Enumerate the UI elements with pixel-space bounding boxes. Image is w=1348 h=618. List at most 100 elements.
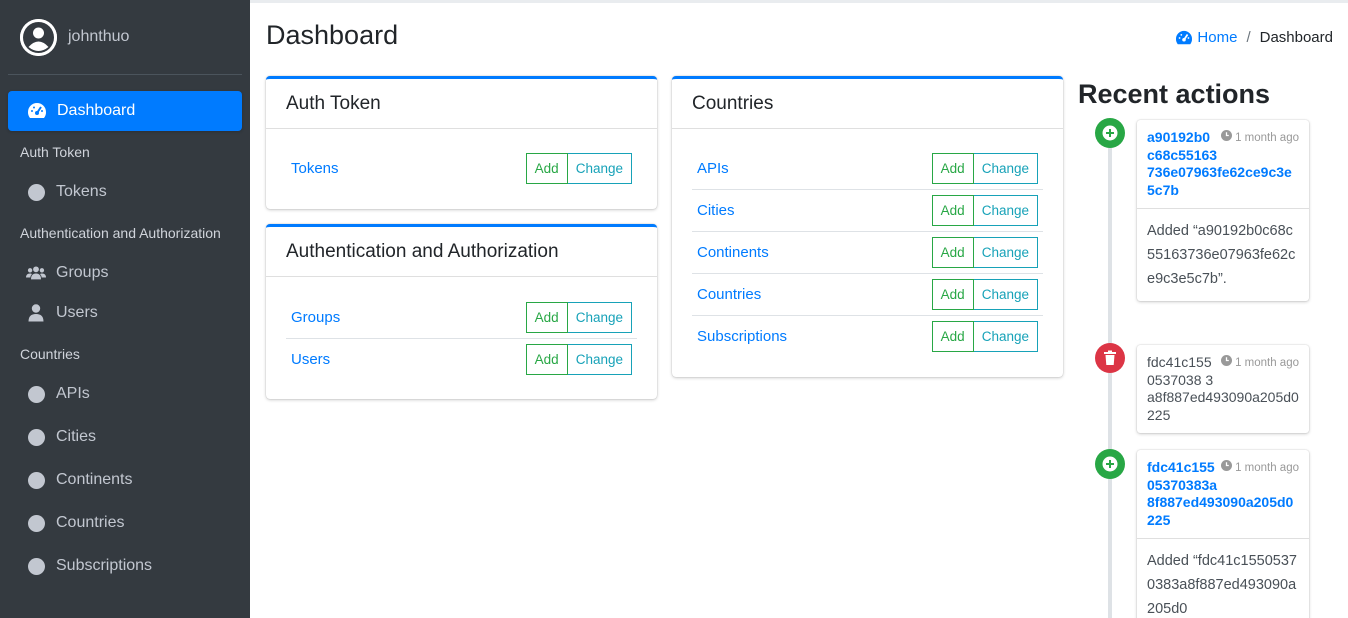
model-link-users[interactable]: Users xyxy=(291,351,330,368)
recent-action-time: 1 month ago xyxy=(1221,460,1299,478)
user-name[interactable]: johnthuo xyxy=(68,28,129,46)
card-title: Countries xyxy=(672,79,1063,129)
add-action-icon xyxy=(1095,118,1125,148)
model-actions: Add Change xyxy=(931,195,1038,226)
add-action-icon xyxy=(1095,449,1125,479)
breadcrumb-separator: / xyxy=(1246,29,1251,46)
add-button[interactable]: Add xyxy=(525,301,568,333)
recent-action-time: 1 month ago xyxy=(1221,130,1299,148)
dashboard-icon xyxy=(1175,30,1193,46)
sidebar-item-subscriptions[interactable]: Subscriptions xyxy=(8,546,242,586)
circle-icon xyxy=(26,427,46,447)
add-button[interactable]: Add xyxy=(931,321,974,352)
delete-action-icon xyxy=(1095,343,1125,373)
model-row-continents: Continents Add Change xyxy=(692,231,1043,273)
add-button[interactable]: Add xyxy=(931,195,974,226)
add-button[interactable]: Add xyxy=(525,344,568,375)
circle-icon xyxy=(26,556,46,576)
model-link-cities[interactable]: Cities xyxy=(697,202,735,219)
sidebar-item-label: Cities xyxy=(56,428,97,445)
recent-action-item: 1 month ago a90192b0c68c55163736e07963fe… xyxy=(1137,120,1309,301)
sidebar-item-apis[interactable]: APIs xyxy=(8,374,242,414)
change-button[interactable]: Change xyxy=(567,301,632,333)
user-icon xyxy=(26,303,46,323)
change-button[interactable]: Change xyxy=(973,279,1038,310)
model-row-apis: APIs Add Change xyxy=(692,147,1043,189)
change-button[interactable]: Change xyxy=(973,195,1038,226)
sidebar-item-label: Subscriptions xyxy=(56,557,153,574)
breadcrumb: Home / Dashboard xyxy=(1175,29,1333,46)
change-button[interactable]: Change xyxy=(973,237,1038,268)
recent-action-object: 1 month ago fdc41c1550537038 3a8f887ed49… xyxy=(1137,345,1309,433)
dashboard-icon xyxy=(27,101,47,121)
recent-action-time-label: 1 month ago xyxy=(1235,462,1299,474)
sidebar-item-label: Dashboard xyxy=(57,102,136,119)
model-link-subscriptions[interactable]: Subscriptions xyxy=(697,328,787,345)
sidebar-item-dashboard[interactable]: Dashboard xyxy=(8,91,242,131)
add-button[interactable]: Add xyxy=(931,237,974,268)
clock-icon xyxy=(1221,460,1233,478)
sidebar-item-tokens[interactable]: Tokens xyxy=(8,172,242,212)
model-link-apis[interactable]: APIs xyxy=(697,160,729,177)
clock-icon xyxy=(1221,355,1233,373)
sidebar-item-label: APIs xyxy=(56,385,90,402)
model-link-groups[interactable]: Groups xyxy=(291,309,340,326)
recent-action-item: 1 month ago fdc41c15505370383a8f887ed493… xyxy=(1137,450,1309,618)
model-row-subscriptions: Subscriptions Add Change xyxy=(692,315,1043,357)
recent-action-time: 1 month ago xyxy=(1221,355,1299,373)
add-button[interactable]: Add xyxy=(931,279,974,310)
sidebar-nav: Dashboard Auth Token Tokens Authenticati… xyxy=(0,91,250,586)
change-button[interactable]: Change xyxy=(973,152,1038,184)
model-actions: Add Change xyxy=(931,321,1038,352)
circle-icon xyxy=(26,182,46,202)
model-row-cities: Cities Add Change xyxy=(692,189,1043,231)
recent-action-object-link[interactable]: 1 month ago fdc41c15505370383a8f887ed493… xyxy=(1137,450,1309,538)
sidebar: johnthuo Dashboard Auth Token Tokens Aut… xyxy=(0,0,250,618)
add-button[interactable]: Add xyxy=(525,152,568,184)
sidebar-item-cities[interactable]: Cities xyxy=(8,417,242,457)
app-card-authentication: Authentication and Authorization Groups … xyxy=(266,224,657,399)
model-link-tokens[interactable]: Tokens xyxy=(291,160,339,177)
app-card-countries: Countries APIs Add Change Cities Add Cha… xyxy=(672,76,1063,377)
add-button[interactable]: Add xyxy=(931,152,974,184)
sidebar-item-label: Tokens xyxy=(56,183,107,200)
model-actions: Add Change xyxy=(525,152,632,184)
sidebar-header-auth-token: Auth Token xyxy=(20,143,90,160)
circle-icon xyxy=(26,470,46,490)
sidebar-header-authentication: Authentication and Authorization xyxy=(20,224,221,241)
app-card-auth-token: Auth Token Tokens Add Change xyxy=(266,76,657,209)
circle-icon xyxy=(26,384,46,404)
model-row-countries: Countries Add Change xyxy=(692,273,1043,315)
recent-action-message: Added “fdc41c15505370383a8f887ed493090a2… xyxy=(1137,538,1309,618)
recent-action-time-label: 1 month ago xyxy=(1235,357,1299,369)
sidebar-item-continents[interactable]: Continents xyxy=(8,460,242,500)
breadcrumb-home[interactable]: Home xyxy=(1175,29,1237,46)
sidebar-header-countries: Countries xyxy=(20,345,80,362)
page-title: Dashboard xyxy=(266,20,399,50)
breadcrumb-current: Dashboard xyxy=(1259,29,1333,46)
model-link-countries[interactable]: Countries xyxy=(697,286,761,303)
main-content: Dashboard Home / Dashboard Auth Token To… xyxy=(250,0,1348,618)
model-row-groups: Groups Add Change xyxy=(286,296,637,338)
breadcrumb-home-label: Home xyxy=(1197,29,1238,46)
recent-action-object-link[interactable]: 1 month ago a90192b0c68c55163736e07963fe… xyxy=(1137,120,1309,208)
user-panel[interactable]: johnthuo xyxy=(8,0,242,75)
model-actions: Add Change xyxy=(525,301,632,333)
model-row-users: Users Add Change xyxy=(286,338,637,380)
recent-action-message: Added “a90192b0c68c55163736e07963fe62ce9… xyxy=(1137,208,1309,301)
model-actions: Add Change xyxy=(931,152,1038,184)
sidebar-item-label: Users xyxy=(56,304,98,321)
sidebar-item-countries[interactable]: Countries xyxy=(8,503,242,543)
sidebar-item-label: Groups xyxy=(56,264,109,281)
card-title: Authentication and Authorization xyxy=(266,227,657,277)
change-button[interactable]: Change xyxy=(567,152,632,184)
change-button[interactable]: Change xyxy=(567,344,632,375)
model-row-tokens: Tokens Add Change xyxy=(286,147,637,189)
sidebar-item-label: Countries xyxy=(56,514,125,531)
model-link-continents[interactable]: Continents xyxy=(697,244,769,261)
clock-icon xyxy=(1221,130,1233,148)
user-avatar-icon xyxy=(20,18,57,56)
sidebar-item-groups[interactable]: Groups xyxy=(8,253,242,293)
change-button[interactable]: Change xyxy=(973,321,1038,352)
sidebar-item-users[interactable]: Users xyxy=(8,293,242,333)
